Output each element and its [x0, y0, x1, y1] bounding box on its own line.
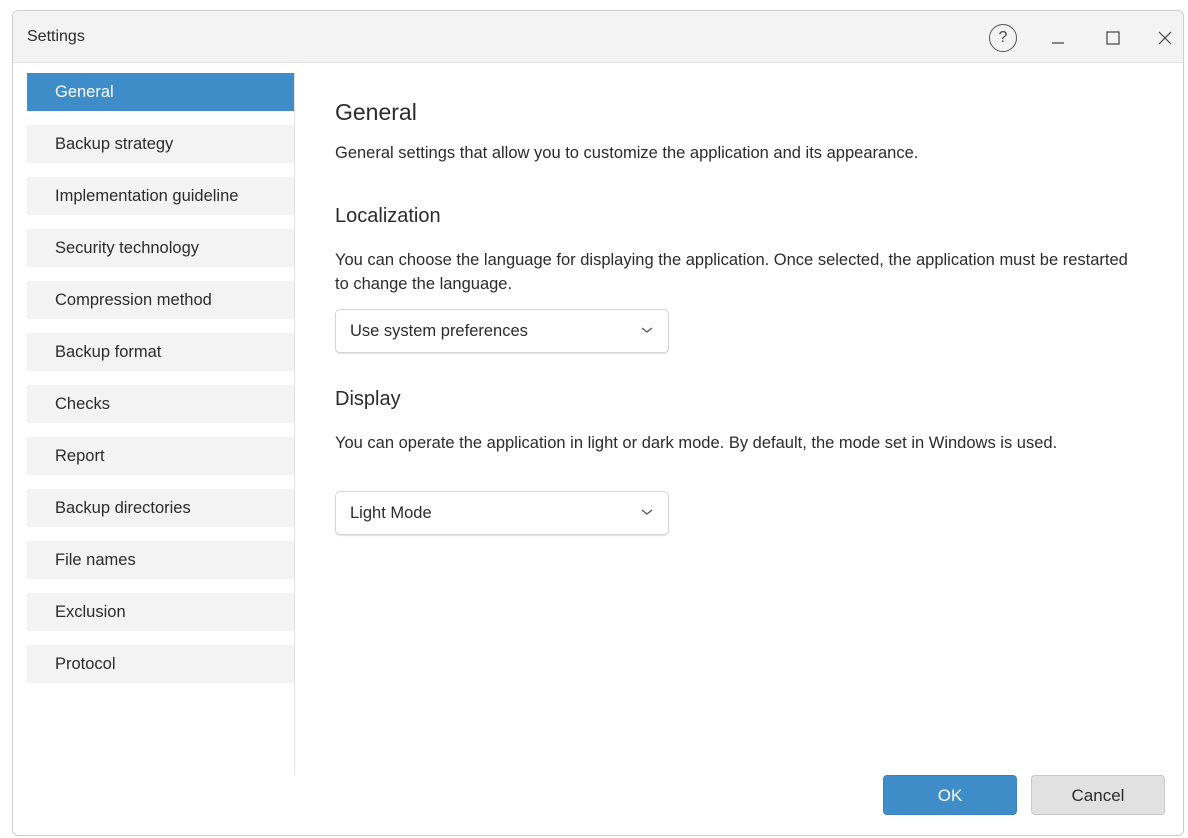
sidebar-item-backup-format[interactable]: Backup format	[27, 333, 294, 371]
chevron-down-icon	[641, 509, 653, 515]
maximize-button[interactable]	[1098, 23, 1128, 53]
language-select-value: Use system preferences	[350, 322, 528, 340]
minimize-button[interactable]	[1043, 23, 1073, 53]
display-heading: Display	[335, 388, 401, 410]
page-description: General settings that allow you to custo…	[335, 144, 919, 162]
help-glyph: ?	[998, 29, 1008, 46]
title-bar: Settings ?	[13, 11, 1183, 63]
help-button[interactable]: ?	[988, 23, 1018, 53]
window-title: Settings	[27, 28, 85, 45]
help-icon: ?	[989, 24, 1017, 52]
sidebar-item-file-names[interactable]: File names	[27, 541, 294, 579]
sidebar-item-checks[interactable]: Checks	[27, 385, 294, 423]
sidebar-item-implementation-guideline[interactable]: Implementation guideline	[27, 177, 294, 215]
maximize-icon	[1106, 31, 1120, 45]
display-description: You can operate the application in light…	[335, 434, 1058, 452]
sidebar-item-compression-method[interactable]: Compression method	[27, 281, 294, 319]
theme-select-value: Light Mode	[350, 504, 432, 522]
sidebar-item-general[interactable]: General	[27, 73, 294, 111]
sidebar-item-report[interactable]: Report	[27, 437, 294, 475]
theme-select[interactable]: Light Mode	[335, 491, 669, 535]
sidebar-item-exclusion[interactable]: Exclusion	[27, 593, 294, 631]
sidebar-item-backup-directories[interactable]: Backup directories	[27, 489, 294, 527]
sidebar-item-security-technology[interactable]: Security technology	[27, 229, 294, 267]
settings-sidebar: General Backup strategy Implementation g…	[27, 73, 295, 775]
close-button[interactable]	[1150, 23, 1180, 53]
localization-heading: Localization	[335, 205, 441, 227]
chevron-down-icon	[641, 327, 653, 333]
ok-button[interactable]: OK	[883, 775, 1017, 815]
cancel-button[interactable]: Cancel	[1031, 775, 1165, 815]
settings-window: Settings ? General Backup strategy Imple	[12, 10, 1184, 836]
language-select[interactable]: Use system preferences	[335, 309, 669, 353]
close-icon	[1158, 31, 1172, 45]
localization-description: You can choose the language for displayi…	[335, 251, 1128, 293]
page-title: General	[335, 99, 417, 125]
minimize-icon	[1052, 42, 1064, 44]
sidebar-item-protocol[interactable]: Protocol	[27, 645, 294, 683]
sidebar-item-backup-strategy[interactable]: Backup strategy	[27, 125, 294, 163]
